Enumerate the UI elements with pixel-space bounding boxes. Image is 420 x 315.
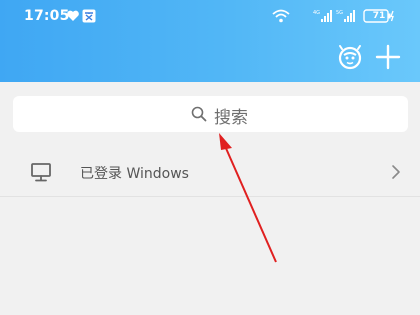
- app-notification-icon: [82, 9, 96, 23]
- status-bar: 17:05 4G 5G 71: [0, 0, 420, 32]
- robot-assistant-icon[interactable]: [337, 44, 363, 70]
- heart-notification-icon: [67, 10, 79, 21]
- add-icon[interactable]: [375, 44, 401, 70]
- app-header: 17:05 4G 5G 71: [0, 0, 420, 82]
- chevron-right-icon: [392, 165, 400, 179]
- wifi-icon: [272, 9, 290, 23]
- logged-in-windows-row[interactable]: 已登录 Windows: [0, 150, 420, 194]
- search-placeholder: 搜索: [214, 108, 248, 128]
- logged-in-windows-label: 已登录 Windows: [80, 166, 189, 182]
- svg-text:5G: 5G: [336, 10, 343, 16]
- search-icon: [191, 106, 207, 122]
- signal-5g-icon: 5G: [336, 10, 355, 22]
- search-bar[interactable]: 搜索: [13, 96, 408, 132]
- status-time: 17:05: [24, 8, 70, 24]
- divider: [0, 196, 420, 197]
- monitor-icon: [31, 163, 51, 182]
- signal-4g-icon: 4G: [313, 10, 332, 22]
- battery-level: 71: [372, 11, 386, 21]
- svg-text:4G: 4G: [313, 10, 320, 16]
